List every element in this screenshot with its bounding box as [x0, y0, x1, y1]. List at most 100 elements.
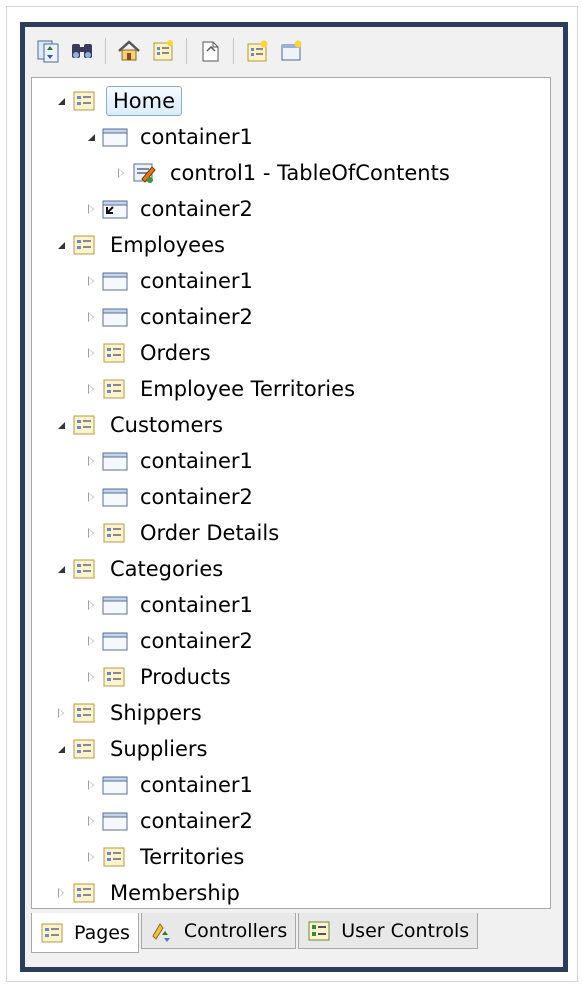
tree-node-label[interactable]: container1 — [136, 266, 257, 296]
find-icon[interactable] — [67, 36, 97, 66]
add-page-icon[interactable] — [242, 36, 272, 66]
tree-node-label[interactable]: container2 — [136, 482, 257, 512]
expand-arrow-icon[interactable] — [84, 310, 98, 324]
tree-node-content: Home — [54, 85, 183, 117]
tree-node[interactable]: Employee Territories — [32, 372, 550, 406]
tab-user-controls[interactable]: User Controls — [298, 913, 479, 949]
tree-node[interactable]: container1 — [32, 444, 550, 478]
tree-node-content: container2 — [84, 481, 257, 513]
tree-node-label[interactable]: Order Details — [136, 518, 283, 548]
expand-arrow-icon[interactable] — [84, 778, 98, 792]
tree-node-label[interactable]: Employees — [106, 230, 229, 260]
tree-node-content: container1 — [84, 769, 257, 801]
expand-arrow-icon[interactable] — [84, 454, 98, 468]
container-icon — [102, 486, 128, 508]
expand-arrow-icon[interactable] — [84, 526, 98, 540]
tree-node[interactable]: container1 — [32, 264, 550, 298]
tree-node[interactable]: Order Details — [32, 516, 550, 550]
page-tree[interactable]: Home container1 control1 - TableOfContents… — [31, 77, 551, 909]
tree-node[interactable]: Home — [32, 84, 550, 118]
tree-node[interactable]: control1 - TableOfContents — [32, 156, 550, 190]
tree-node[interactable]: Suppliers — [32, 732, 550, 766]
page-icon — [72, 738, 98, 760]
tree-node-content: Products — [84, 661, 235, 693]
add-container-icon[interactable] — [276, 36, 306, 66]
tab-pages[interactable]: Pages — [31, 913, 139, 953]
tree-node-label[interactable]: container2 — [136, 302, 257, 332]
collapse-arrow-icon[interactable] — [54, 418, 68, 432]
expand-arrow-icon[interactable] — [84, 670, 98, 684]
page-icon — [102, 522, 128, 544]
tab-controllers[interactable]: Controllers — [140, 913, 297, 949]
tree-node-label[interactable]: Suppliers — [106, 734, 211, 764]
page-icon — [102, 342, 128, 364]
tree-node-label[interactable]: Categories — [106, 554, 227, 584]
expand-arrow-icon[interactable] — [84, 382, 98, 396]
tree-node-label[interactable]: Membership — [106, 878, 244, 908]
tree-node-content: Order Details — [84, 517, 283, 549]
tree-node-label[interactable]: Territories — [136, 842, 248, 872]
tree-node[interactable]: container2 — [32, 624, 550, 658]
collapse-arrow-icon[interactable] — [84, 130, 98, 144]
expand-arrow-icon[interactable] — [54, 706, 68, 720]
expand-arrow-icon[interactable] — [84, 346, 98, 360]
tree-node-label[interactable]: Customers — [106, 410, 227, 440]
tree-node[interactable]: Employees — [32, 228, 550, 262]
tree-node[interactable]: container1 — [32, 588, 550, 622]
tree-node[interactable]: container2 — [32, 480, 550, 514]
page-icon — [102, 846, 128, 868]
expand-arrow-icon[interactable] — [114, 166, 128, 180]
expand-arrow-icon[interactable] — [84, 634, 98, 648]
tree-node[interactable]: container2 — [32, 300, 550, 334]
page-icon — [40, 922, 64, 944]
tree-node-label[interactable]: Products — [136, 662, 235, 692]
tree-node-label[interactable]: container2 — [136, 806, 257, 836]
expand-arrow-icon[interactable] — [84, 598, 98, 612]
home-icon[interactable] — [114, 36, 144, 66]
toolbar-separator — [233, 38, 234, 64]
tree-node-content: Employees — [54, 229, 229, 261]
expand-arrow-icon[interactable] — [84, 814, 98, 828]
controller-icon — [150, 920, 174, 942]
tree-node-label[interactable]: container2 — [136, 626, 257, 656]
tree-node[interactable]: Orders — [32, 336, 550, 370]
tree-node-label[interactable]: control1 - TableOfContents — [166, 158, 454, 188]
tree-node[interactable]: container2 — [32, 192, 550, 226]
sync-icon[interactable] — [33, 36, 63, 66]
tree-node-label[interactable]: container1 — [136, 590, 257, 620]
tree-node-label[interactable]: Employee Territories — [136, 374, 359, 404]
tree-node[interactable]: Membership — [32, 876, 550, 908]
container-icon — [102, 810, 128, 832]
expand-arrow-icon[interactable] — [84, 202, 98, 216]
tree-node-content: container2 — [84, 805, 257, 837]
collapse-arrow-icon[interactable] — [54, 742, 68, 756]
tree-node[interactable]: container2 — [32, 804, 550, 838]
tree-node[interactable]: container1 — [32, 768, 550, 802]
tree-node[interactable]: Shippers — [32, 696, 550, 730]
tree-node[interactable]: container1 — [32, 120, 550, 154]
collapse-arrow-icon[interactable] — [54, 238, 68, 252]
tree-node-content: container1 — [84, 265, 257, 297]
tree-node-label[interactable]: Shippers — [106, 698, 206, 728]
expand-arrow-icon[interactable] — [84, 850, 98, 864]
page-properties-icon[interactable] — [148, 36, 178, 66]
expand-arrow-icon[interactable] — [84, 490, 98, 504]
tree-node-content: container2 — [84, 301, 257, 333]
expand-arrow-icon[interactable] — [84, 274, 98, 288]
tree-node-content: Customers — [54, 409, 227, 441]
expand-arrow-icon[interactable] — [54, 886, 68, 900]
tree-node[interactable]: Products — [32, 660, 550, 694]
tree-node[interactable]: Categories — [32, 552, 550, 586]
collapse-arrow-icon[interactable] — [54, 94, 68, 108]
collapse-arrow-icon[interactable] — [54, 562, 68, 576]
tree-node[interactable]: Customers — [32, 408, 550, 442]
tree-node-label[interactable]: container1 — [136, 770, 257, 800]
tree-node-label[interactable]: container1 — [136, 446, 257, 476]
tree-node-label[interactable]: container1 — [136, 122, 257, 152]
tree-node[interactable]: Territories — [32, 840, 550, 874]
tree-node-label[interactable]: Home — [106, 86, 183, 116]
tree-node-label[interactable]: Orders — [136, 338, 215, 368]
new-page-icon[interactable] — [195, 36, 225, 66]
page-icon — [72, 234, 98, 256]
tree-node-label[interactable]: container2 — [136, 194, 257, 224]
